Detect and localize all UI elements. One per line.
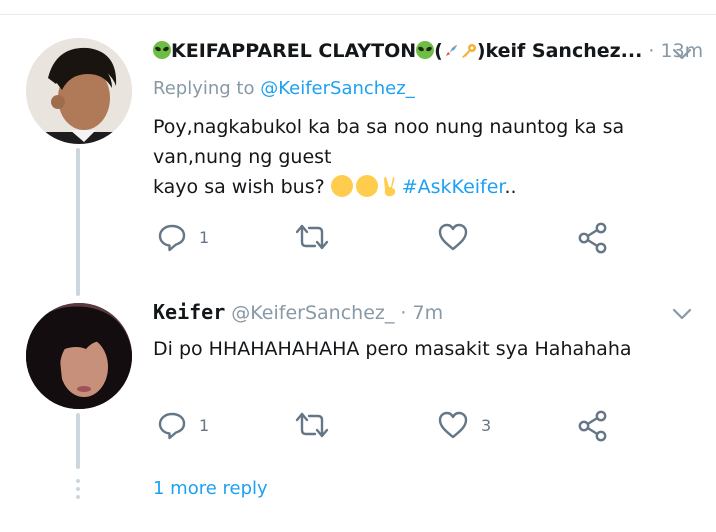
share-button[interactable] (577, 222, 609, 254)
retweet-icon (295, 412, 329, 438)
tweet-text: Poy,nagkabukol ka ba sa noo nung nauntog… (153, 112, 683, 202)
share-icon (578, 410, 607, 442)
replying-prefix: Replying to (153, 78, 255, 99)
hashtag-link[interactable]: #AskKeifer (402, 176, 505, 198)
like-count: 3 (481, 415, 492, 435)
retweet-icon (295, 224, 329, 250)
like-button[interactable]: 3 (437, 410, 491, 440)
thread-line (76, 148, 80, 296)
separator: · (400, 302, 407, 324)
retweet-button[interactable] (295, 410, 341, 440)
tweet-header: Keifer @KeiferSanchez_ · 7m (153, 300, 443, 324)
replying-to: Replying to @KeiferSanchez_ (153, 78, 415, 99)
thread-line (76, 413, 80, 469)
share-button[interactable] (577, 410, 609, 442)
handle[interactable]: @KeiferSanchez_ (231, 302, 394, 324)
thread-dot (76, 495, 80, 499)
thread-dot (76, 487, 80, 491)
tweet-text: Di po HHAHAHAHAHA pero masakit sya Hahah… (153, 338, 632, 360)
chevron-down-icon[interactable] (672, 48, 692, 60)
display-name-tail: )keif Sanchez... (476, 40, 643, 62)
tweet-text-tail: .. (504, 176, 517, 198)
separator: · (648, 40, 655, 62)
grin-emoji-icon (355, 175, 378, 197)
display-name[interactable]: KEIFAPPAREL CLAYTON (171, 40, 416, 62)
display-name[interactable]: Keifer (153, 300, 225, 324)
rocket-emoji-icon (445, 45, 457, 56)
heart-icon (438, 223, 468, 251)
like-button[interactable] (437, 222, 481, 252)
tweet-text-line: kayo sa wish bus? (153, 176, 325, 198)
key-emoji-icon (461, 44, 476, 58)
reply-button[interactable]: 1 (157, 222, 209, 252)
retweet-button[interactable] (295, 222, 341, 252)
reply-count: 1 (199, 227, 210, 247)
more-replies-link[interactable]: 1 more reply (153, 478, 268, 499)
reply-button[interactable]: 1 (157, 410, 209, 440)
alien-emoji-icon (153, 41, 171, 59)
share-icon (578, 222, 607, 254)
heart-icon (438, 411, 468, 439)
avatar[interactable] (26, 38, 132, 144)
reply-icon (158, 224, 186, 252)
mention-link[interactable]: @KeiferSanchez_ (260, 78, 415, 99)
tweet-header: KEIFAPPAREL CLAYTON()keif Sanchez... · 1… (153, 40, 703, 62)
chevron-down-icon[interactable] (672, 308, 692, 320)
reply-count: 1 (199, 415, 210, 435)
timestamp[interactable]: 7m (413, 302, 444, 324)
avatar[interactable] (26, 303, 132, 409)
thread-dot (76, 479, 80, 483)
alien-emoji-icon (416, 41, 435, 59)
tweet-text-line: Poy,nagkabukol ka ba sa noo nung nauntog… (153, 116, 625, 168)
sweat-smile-emoji-icon (330, 175, 353, 197)
top-divider (0, 14, 716, 15)
reply-icon (158, 412, 186, 440)
victory-hand-emoji-icon (383, 176, 395, 197)
display-name-paren: ( (434, 40, 443, 62)
